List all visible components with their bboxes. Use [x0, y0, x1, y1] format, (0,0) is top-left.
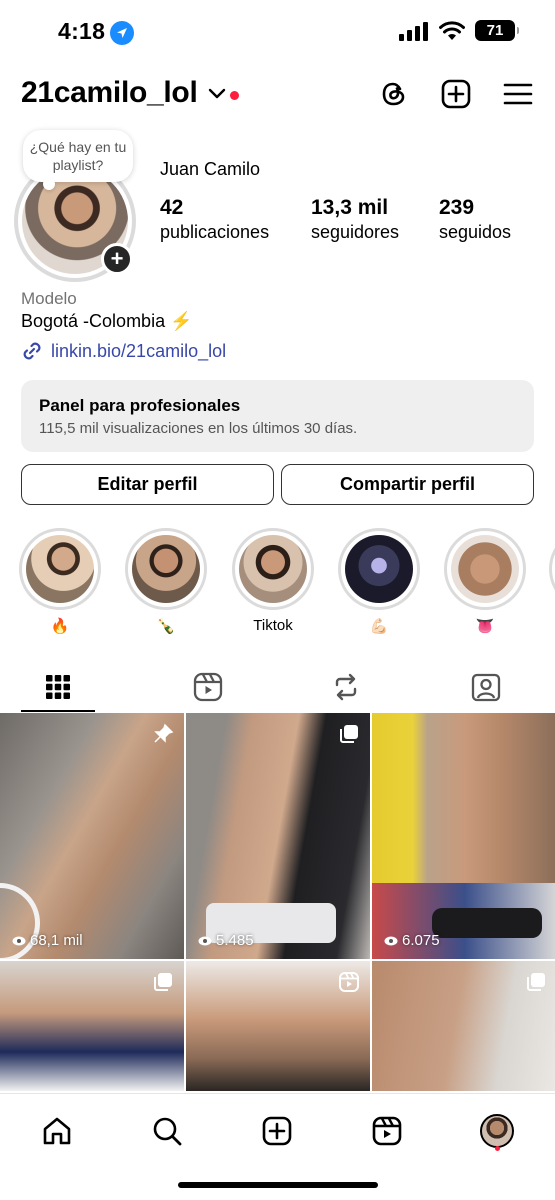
reel-icon	[339, 972, 359, 992]
profile-tabs	[0, 662, 555, 712]
nav-home[interactable]	[34, 1108, 80, 1154]
highlight-item[interactable]: 🔥	[19, 528, 101, 637]
note-bubble[interactable]: ¿Qué hay en tu playlist?	[23, 130, 133, 190]
battery-indicator: 71	[475, 20, 519, 41]
reels-icon	[193, 672, 223, 702]
pin-icon	[154, 723, 174, 743]
notification-dot	[230, 91, 239, 100]
tab-grid[interactable]	[10, 662, 106, 712]
status-bar: 4:18 71	[0, 0, 555, 66]
tab-tagged[interactable]	[438, 662, 534, 712]
nav-search[interactable]	[144, 1108, 190, 1154]
eye-icon	[384, 936, 398, 945]
status-time: 4:18	[58, 18, 106, 44]
active-tab-indicator	[21, 710, 95, 712]
post-views-count: 5.485	[216, 932, 254, 949]
professional-dashboard[interactable]: Panel para profesionales 115,5 mil visua…	[21, 380, 534, 452]
highlight-label: 👅	[475, 618, 495, 635]
note-text: ¿Qué hay en tu playlist?	[29, 139, 127, 173]
full-name: Juan Camilo	[160, 159, 261, 179]
post-views: 5.485	[198, 932, 254, 949]
edit-profile-button[interactable]: Editar perfil	[21, 464, 274, 505]
stat-posts-value: 42	[160, 196, 184, 219]
menu-icon[interactable]	[502, 78, 534, 110]
stat-followers-label: seguidores	[311, 222, 400, 242]
create-post-icon[interactable]	[440, 78, 472, 110]
post-tile[interactable]	[372, 961, 555, 1091]
carousel-icon	[527, 973, 545, 991]
cellular-signal-icon	[399, 21, 428, 41]
eye-icon	[198, 936, 212, 945]
post-views-count: 68,1 mil	[30, 932, 83, 949]
stat-following[interactable]: 239 seguidos	[439, 196, 511, 243]
share-profile-button[interactable]: Compartir perfil	[281, 464, 534, 505]
highlight-item[interactable]: Tiktok	[232, 528, 314, 637]
highlight-item[interactable]: 🍾	[125, 528, 207, 637]
post-views: 68,1 mil	[12, 932, 83, 949]
post-tile[interactable]: 6.075	[372, 713, 555, 959]
dashboard-title: Panel para profesionales	[39, 396, 241, 415]
profile-header: 21camilo_lol	[0, 72, 555, 118]
post-tile[interactable]: 5.485	[186, 713, 370, 959]
highlight-item[interactable]: 💪🏻	[338, 528, 420, 637]
highlight-label: 💪🏻	[369, 618, 389, 635]
highlight-label: 🍾	[156, 618, 176, 635]
posts-grid: 68,1 mil 5.485 6.075	[0, 713, 555, 1093]
location-arrow-icon	[110, 21, 134, 45]
threads-icon[interactable]	[378, 78, 410, 110]
eye-icon	[12, 936, 26, 945]
stat-following-value: 239	[439, 196, 475, 219]
link-icon	[23, 342, 41, 360]
post-tile[interactable]	[0, 961, 184, 1091]
tab-reels[interactable]	[160, 662, 256, 712]
nav-create[interactable]	[254, 1108, 300, 1154]
stat-following-label: seguidos	[439, 222, 512, 242]
highlight-cover	[338, 528, 420, 610]
chevron-down-icon[interactable]	[208, 86, 226, 100]
battery-level: 71	[486, 22, 504, 39]
carousel-icon	[154, 973, 172, 991]
highlight-cover	[444, 528, 526, 610]
notification-dot	[495, 1146, 500, 1151]
highlight-label: 🔥	[50, 618, 70, 635]
carousel-icon	[340, 725, 358, 743]
nav-reels[interactable]	[364, 1108, 410, 1154]
highlight-item-partial[interactable]	[549, 528, 555, 610]
stat-followers-value: 13,3 mil	[311, 196, 389, 219]
dashboard-subtitle: 115,5 mil visualizaciones en los últimos…	[39, 420, 358, 437]
repost-icon	[335, 673, 357, 701]
post-tile[interactable]: 68,1 mil	[0, 713, 184, 959]
home-indicator[interactable]	[178, 1182, 378, 1188]
stat-followers[interactable]: 13,3 mil seguidores	[311, 196, 399, 243]
home-icon	[43, 1117, 71, 1145]
highlight-cover	[19, 528, 101, 610]
profile-category: Modelo	[21, 289, 77, 308]
post-tile[interactable]	[186, 961, 370, 1091]
add-story-plus-icon[interactable]: +	[101, 243, 133, 275]
tab-reposts[interactable]	[298, 662, 394, 712]
post-views: 6.075	[384, 932, 440, 949]
highlight-cover	[125, 528, 207, 610]
stat-posts[interactable]: 42 publicaciones	[160, 196, 269, 243]
profile-link-text: linkin.bio/21camilo_lol	[51, 340, 227, 361]
reels-icon	[372, 1116, 402, 1146]
grid-icon	[46, 675, 70, 699]
highlight-label: Tiktok	[253, 617, 293, 634]
profile-avatar-small	[480, 1114, 514, 1148]
highlight-cover	[232, 528, 314, 610]
stat-posts-label: publicaciones	[160, 222, 270, 242]
search-icon	[153, 1117, 182, 1146]
username[interactable]: 21camilo_lol	[21, 76, 198, 110]
tagged-person-icon	[471, 673, 501, 702]
profile-bio: Bogotá -Colombia ⚡️	[21, 311, 193, 331]
profile-link[interactable]: linkin.bio/21camilo_lol	[21, 340, 226, 362]
highlight-item[interactable]: 👅	[444, 528, 526, 637]
create-icon	[262, 1116, 292, 1146]
wifi-icon	[439, 20, 465, 40]
post-views-count: 6.075	[402, 932, 440, 949]
